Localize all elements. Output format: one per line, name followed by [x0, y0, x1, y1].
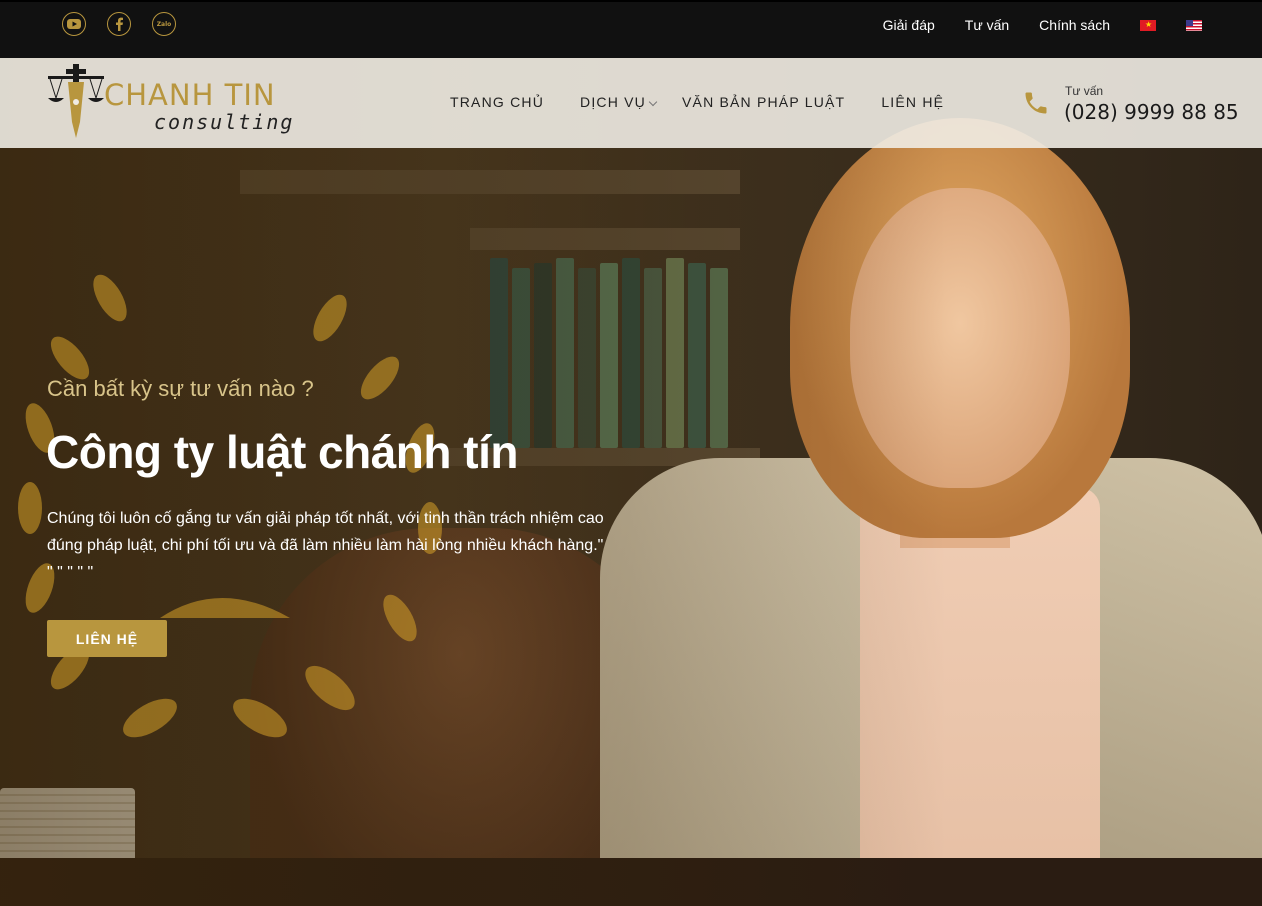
brand-logo[interactable]: CHANH TIN consulting	[46, 62, 336, 142]
chevron-down-icon	[648, 97, 658, 107]
social-links: Zalo	[62, 12, 176, 36]
hero-title: Công ty luật chánh tín	[46, 426, 518, 478]
scales-pen-logo-icon	[48, 64, 104, 138]
vietnam-flag-icon[interactable]: ★	[1140, 19, 1156, 31]
brand-tagline: consulting	[154, 110, 295, 134]
youtube-icon[interactable]	[62, 12, 86, 36]
main-menu: TRANG CHỦ DỊCH VỤ VĂN BẢN PHÁP LUẬT LIÊN…	[450, 94, 944, 110]
zalo-label: Zalo	[156, 20, 172, 28]
facebook-icon[interactable]	[107, 12, 131, 36]
link-chinh-sach[interactable]: Chính sách	[1039, 17, 1110, 33]
top-bar: Zalo Giải đáp Tư vấn Chính sách ★	[0, 0, 1262, 58]
top-links: Giải đáp Tư vấn Chính sách ★	[883, 17, 1202, 33]
hero-kicker: Cần bất kỳ sự tư vấn nào ?	[47, 376, 314, 401]
contact-label: Tư vấn	[1065, 84, 1104, 98]
brand-name: CHANH TIN	[104, 78, 276, 112]
zalo-icon[interactable]: Zalo	[152, 12, 176, 36]
contact-phone[interactable]: (028) 9999 88 85	[1064, 100, 1239, 124]
contact-button[interactable]: LIÊN HỆ	[47, 620, 167, 657]
hero-background	[0, 58, 1262, 906]
nav-item-services[interactable]: DỊCH VỤ	[580, 94, 658, 110]
nav-item-services-label: DỊCH VỤ	[580, 94, 646, 110]
link-giai-dap[interactable]: Giải đáp	[883, 17, 935, 33]
phone-icon	[1025, 92, 1047, 114]
main-navbar: CHANH TIN consulting TRANG CHỦ DỊCH VỤ V…	[0, 58, 1262, 148]
hero-description: Chúng tôi luôn cố gắng tư vấn giải pháp …	[47, 510, 604, 581]
us-flag-icon[interactable]	[1186, 19, 1202, 31]
nav-item-legal-docs[interactable]: VĂN BẢN PHÁP LUẬT	[682, 94, 845, 110]
nav-item-contact[interactable]: LIÊN HỆ	[881, 94, 944, 110]
laurel-watermark-icon	[18, 274, 442, 738]
nav-item-home[interactable]: TRANG CHỦ	[450, 94, 544, 110]
link-tu-van[interactable]: Tư vấn	[965, 17, 1009, 33]
